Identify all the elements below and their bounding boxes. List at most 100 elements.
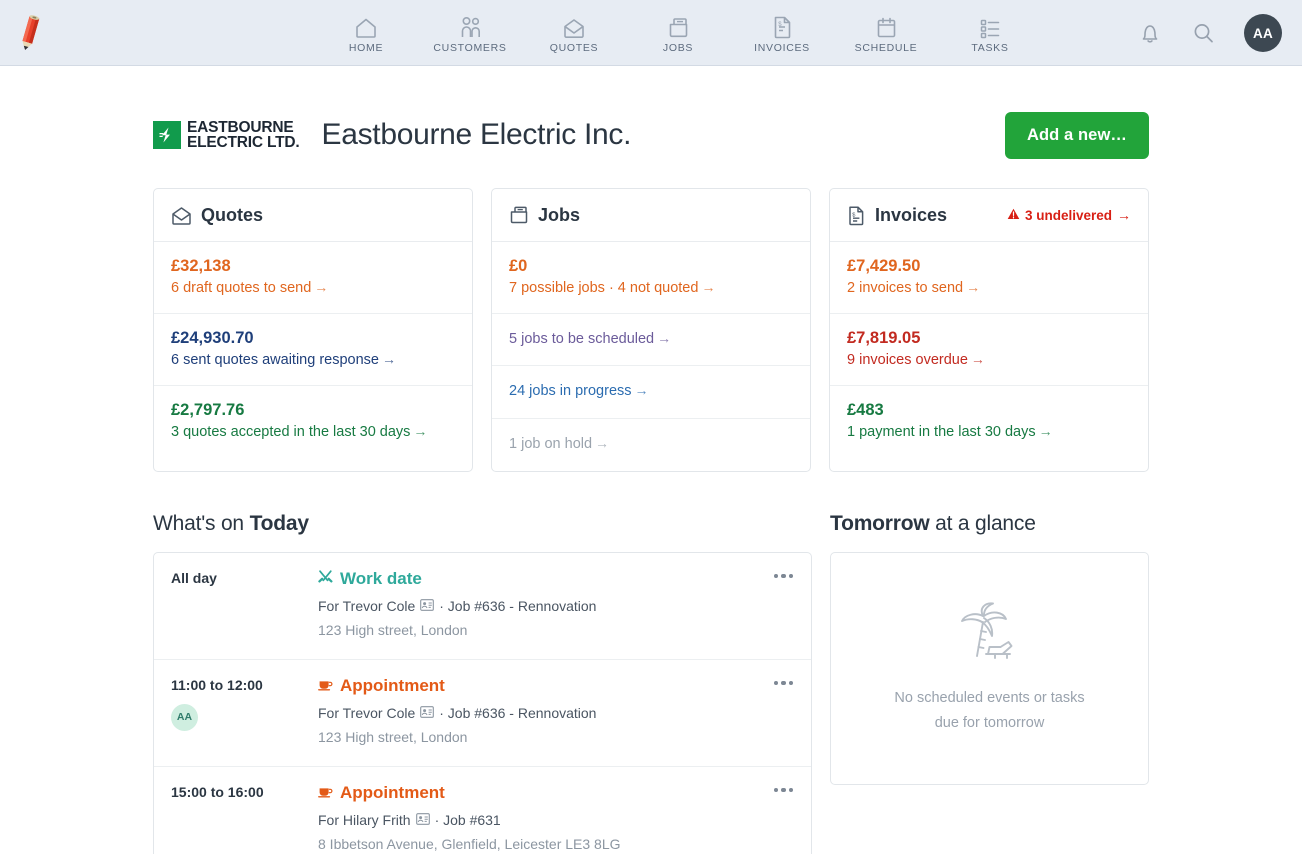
contact-card-icon	[415, 808, 430, 832]
contact-card-icon	[420, 701, 435, 725]
event-assignee-avatar: AA	[171, 703, 198, 731]
home-icon	[354, 15, 378, 39]
invoices-row-overdue[interactable]: £7,819.05 9 invoices overdue →	[830, 314, 1148, 386]
search-icon[interactable]	[1191, 21, 1216, 46]
contact-card-icon	[420, 594, 435, 618]
jobs-scheduled-text: 5 jobs to be scheduled	[509, 330, 655, 347]
event-more-menu-button[interactable]	[770, 784, 798, 797]
event-address: 8 Ibbetson Avenue, Glenfield, Leicester …	[318, 835, 621, 852]
tomorrow-heading-bold: Tomorrow	[830, 511, 930, 535]
arrow-icon: →	[595, 434, 610, 451]
arrow-icon: →	[970, 351, 985, 368]
nav-item-jobs[interactable]: JOBS	[626, 11, 730, 54]
jobs-hold-text: 1 job on hold	[509, 435, 593, 452]
add-a-new-button[interactable]: Add a new…	[1004, 111, 1149, 159]
invoices-overdue-text: 9 invoices overdue	[847, 352, 968, 369]
quotes-sent-amount: £24,930.70	[171, 328, 254, 347]
event-address: 123 High street, London	[318, 621, 468, 638]
nav-label-schedule: SCHEDULE	[854, 42, 918, 54]
event-type-label: Appointment	[340, 782, 445, 802]
company-logo-text: EASTBOURNE ELECTRIC LTD.	[187, 119, 300, 151]
nav-item-schedule[interactable]: SCHEDULE	[834, 11, 938, 54]
nav-item-tasks[interactable]: TASKS	[938, 11, 1042, 54]
warning-triangle-icon	[1007, 208, 1020, 223]
bell-icon[interactable]	[1137, 20, 1163, 47]
event-contact: For Trevor Cole	[318, 597, 416, 614]
event-body: Appointment For Hilary Frith · Job #631 …	[318, 783, 794, 854]
today-heading-prefix: What's on	[153, 511, 250, 535]
jobs-progress-text: 24 jobs in progress	[509, 383, 632, 400]
invoice-document-icon: $	[847, 205, 866, 226]
event-body: Work date For Trevor Cole · Job #636 - R…	[318, 569, 794, 642]
quotes-row-drafts[interactable]: £32,138 6 draft quotes to send →	[154, 242, 472, 314]
jobs-folder-icon	[667, 15, 690, 39]
event-row[interactable]: 11:00 to 12:00 AA Appointment For Trevor…	[154, 660, 811, 767]
event-more-menu-button[interactable]	[770, 677, 798, 690]
jobs-row-to-be-scheduled[interactable]: 5 jobs to be scheduled →	[492, 314, 810, 367]
today-heading-bold: Today	[249, 511, 309, 535]
quotes-drafts-desc: 6 draft quotes to send →	[171, 278, 455, 299]
company-logo-line1: EASTBOURNE	[187, 119, 294, 136]
invoices-payment-desc: 1 payment in the last 30 days →	[847, 422, 1131, 443]
nav-label-invoices: INVOICES	[754, 42, 810, 54]
appointment-cup-icon	[318, 783, 333, 803]
nav-label-jobs: JOBS	[662, 42, 694, 54]
quotes-accepted-desc: 3 quotes accepted in the last 30 days →	[171, 422, 455, 443]
event-job: · Job #631	[434, 811, 501, 828]
undelivered-badge[interactable]: 3 undelivered →	[1007, 207, 1131, 223]
jobs-possible-text: 7 possible jobs · 4 not quoted	[509, 280, 699, 297]
nav-right-actions: AA	[1137, 0, 1282, 66]
tomorrow-empty-line1: No scheduled events or tasks	[894, 690, 1085, 707]
jobs-progress-desc: 24 jobs in progress →	[509, 381, 793, 402]
event-row[interactable]: 15:00 to 16:00 Appointment For Hilary Fr…	[154, 767, 811, 854]
nav-item-quotes[interactable]: QUOTES	[522, 11, 626, 54]
jobs-row-on-hold[interactable]: 1 job on hold →	[492, 419, 810, 471]
invoices-tosend-amount: £7,429.50	[847, 257, 921, 275]
quotes-card-header: Quotes	[154, 189, 472, 242]
jobs-row-possible[interactable]: £0 7 possible jobs · 4 not quoted →	[492, 242, 810, 314]
lower-section: What's on Today All day Work date For Tr…	[153, 512, 1149, 854]
event-more-menu-button[interactable]	[770, 570, 798, 583]
arrow-icon: →	[966, 279, 981, 296]
nav-label-home: HOME	[348, 42, 384, 54]
tomorrow-heading-suffix: at a glance	[929, 511, 1036, 535]
quotes-card: Quotes £32,138 6 draft quotes to send → £…	[153, 188, 473, 472]
nav-item-home[interactable]: HOME	[314, 11, 418, 54]
quotes-drafts-text: 6 draft quotes to send	[171, 280, 312, 297]
quotes-drafts-amount: £32,138	[171, 257, 231, 275]
folder-icon	[509, 205, 529, 225]
pencil-logo-icon	[22, 14, 40, 50]
invoices-card-title: Invoices	[875, 204, 948, 225]
quotes-row-sent[interactable]: £24,930.70 6 sent quotes awaiting respon…	[154, 314, 472, 386]
event-type[interactable]: Appointment	[318, 783, 754, 803]
arrow-icon: →	[634, 382, 649, 399]
event-time-col: All day	[171, 569, 318, 642]
invoices-document-icon: $	[772, 15, 793, 39]
arrow-icon: →	[381, 351, 396, 368]
nav-item-customers[interactable]: CUSTOMERS	[418, 11, 522, 54]
event-time-col: 15:00 to 16:00	[171, 783, 318, 854]
jobs-possible-desc: 7 possible jobs · 4 not quoted →	[509, 278, 793, 299]
app-logo[interactable]	[0, 0, 62, 66]
event-time-col: 11:00 to 12:00 AA	[171, 676, 318, 749]
invoices-row-to-send[interactable]: £7,429.50 2 invoices to send →	[830, 242, 1148, 314]
page-header: EASTBOURNE ELECTRIC LTD. Eastbourne Elec…	[153, 66, 1149, 188]
nav-item-invoices[interactable]: $ INVOICES	[730, 11, 834, 54]
event-type[interactable]: Appointment	[318, 676, 754, 696]
tasks-checklist-icon	[978, 15, 1002, 39]
jobs-card-title: Jobs	[538, 204, 581, 225]
event-time: 15:00 to 16:00	[171, 783, 264, 800]
invoices-tosend-text: 2 invoices to send	[847, 280, 964, 297]
quotes-row-accepted[interactable]: £2,797.76 3 quotes accepted in the last …	[154, 386, 472, 457]
arrow-icon: →	[657, 329, 672, 346]
arrow-icon: →	[1038, 422, 1053, 439]
invoices-row-payments[interactable]: £483 1 payment in the last 30 days →	[830, 386, 1148, 457]
event-row[interactable]: All day Work date For Trevor Cole · Job …	[154, 553, 811, 660]
jobs-row-in-progress[interactable]: 24 jobs in progress →	[492, 366, 810, 419]
quotes-envelope-icon	[562, 15, 586, 39]
event-type[interactable]: Work date	[318, 569, 754, 589]
user-avatar[interactable]: AA	[1244, 14, 1282, 52]
event-type-label: Work date	[340, 568, 422, 588]
jobs-card-header: Jobs	[492, 189, 810, 242]
tomorrow-heading: Tomorrow at a glance	[830, 512, 1149, 536]
